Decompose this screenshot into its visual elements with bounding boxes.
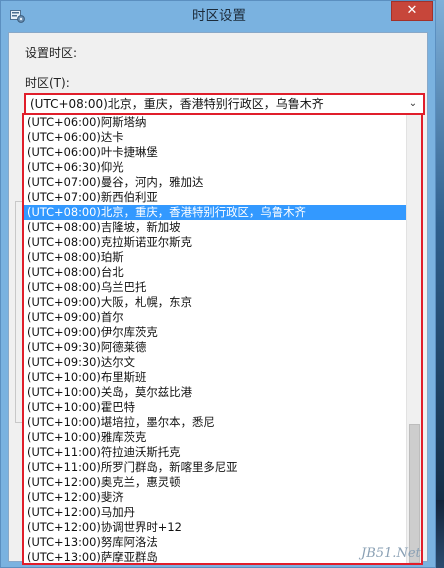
timezone-option[interactable]: (UTC+10:00)霍巴特 bbox=[24, 400, 406, 415]
timezone-option[interactable]: (UTC+12:00)奥克兰，惠灵顿 bbox=[24, 475, 406, 490]
title-bar[interactable]: 时区设置 ✕ bbox=[1, 1, 437, 32]
timezone-field-label: 时区(T): bbox=[25, 76, 70, 90]
timezone-option[interactable]: (UTC+06:00)阿斯塔纳 bbox=[24, 115, 406, 130]
timezone-option[interactable]: (UTC+08:00)吉隆坡，新加坡 bbox=[24, 220, 406, 235]
timezone-option[interactable]: (UTC+07:00)新西伯利亚 bbox=[24, 190, 406, 205]
timezone-option[interactable]: (UTC+12:00)马加丹 bbox=[24, 505, 406, 520]
timezone-option[interactable]: (UTC+09:00)首尔 bbox=[24, 310, 406, 325]
scrollbar-thumb[interactable] bbox=[409, 424, 420, 563]
dropdown-scrollbar[interactable] bbox=[406, 115, 421, 563]
timezone-option[interactable]: (UTC+06:00)叶卡捷琳堡 bbox=[24, 145, 406, 160]
chevron-down-icon[interactable]: ⌄ bbox=[406, 95, 420, 113]
timezone-option[interactable]: (UTC+10:00)关岛，莫尔兹比港 bbox=[24, 385, 406, 400]
section-label: 设置时区: bbox=[25, 46, 78, 60]
timezone-option[interactable]: (UTC+06:00)达卡 bbox=[24, 130, 406, 145]
timezone-option[interactable]: (UTC+10:00)雅库茨克 bbox=[24, 430, 406, 445]
watermark-text: JB51.Net bbox=[361, 546, 421, 561]
timezone-option[interactable]: (UTC+09:30)达尔文 bbox=[24, 355, 406, 370]
timezone-option[interactable]: (UTC+10:00)布里斯班 bbox=[24, 370, 406, 385]
timezone-option[interactable]: (UTC+09:00)大阪，札幌，东京 bbox=[24, 295, 406, 310]
timezone-option[interactable]: (UTC+12:00)斐济 bbox=[24, 490, 406, 505]
timezone-option-selected[interactable]: (UTC+08:00)北京，重庆，香港特别行政区，乌鲁木齐 bbox=[24, 205, 406, 220]
timezone-option[interactable]: (UTC+11:00)符拉迪沃斯托克 bbox=[24, 445, 406, 460]
timezone-select[interactable]: (UTC+08:00)北京，重庆，香港特别行政区，乌鲁木齐 ⌄ bbox=[24, 93, 425, 115]
close-button[interactable]: ✕ bbox=[391, 1, 433, 21]
timezone-option[interactable]: (UTC+10:00)堪培拉，墨尔本，悉尼 bbox=[24, 415, 406, 430]
timezone-options: (UTC+06:00)阿斯塔纳 (UTC+06:00)达卡 (UTC+06:00)叶… bbox=[24, 115, 406, 563]
timezone-option[interactable]: (UTC+06:30)仰光 bbox=[24, 160, 406, 175]
close-icon: ✕ bbox=[406, 3, 418, 18]
timezone-option[interactable]: (UTC+08:00)乌兰巴托 bbox=[24, 280, 406, 295]
dialog-title: 时区设置 bbox=[192, 8, 246, 24]
timezone-option[interactable]: (UTC+08:00)珀斯 bbox=[24, 250, 406, 265]
timezone-dropdown-list[interactable]: (UTC+06:00)阿斯塔纳 (UTC+06:00)达卡 (UTC+06:00)叶… bbox=[22, 113, 423, 565]
timezone-option[interactable]: (UTC+08:00)台北 bbox=[24, 265, 406, 280]
timezone-option[interactable]: (UTC+11:00)所罗门群岛，新喀里多尼亚 bbox=[24, 460, 406, 475]
timezone-option[interactable]: (UTC+13:00)萨摩亚群岛 bbox=[24, 550, 406, 563]
timezone-option[interactable]: (UTC+09:30)阿德莱德 bbox=[24, 340, 406, 355]
timezone-option[interactable]: (UTC+12:00)协调世界时+12 bbox=[24, 520, 406, 535]
timezone-option[interactable]: (UTC+07:00)曼谷，河内，雅加达 bbox=[24, 175, 406, 190]
timezone-option[interactable]: (UTC+09:00)伊尔库茨克 bbox=[24, 325, 406, 340]
timezone-option[interactable]: (UTC+13:00)努库阿洛法 bbox=[24, 535, 406, 550]
timezone-selected-value: (UTC+08:00)北京，重庆，香港特别行政区，乌鲁木齐 bbox=[30, 97, 324, 111]
timezone-option[interactable]: (UTC+08:00)克拉斯诺亚尔斯克 bbox=[24, 235, 406, 250]
